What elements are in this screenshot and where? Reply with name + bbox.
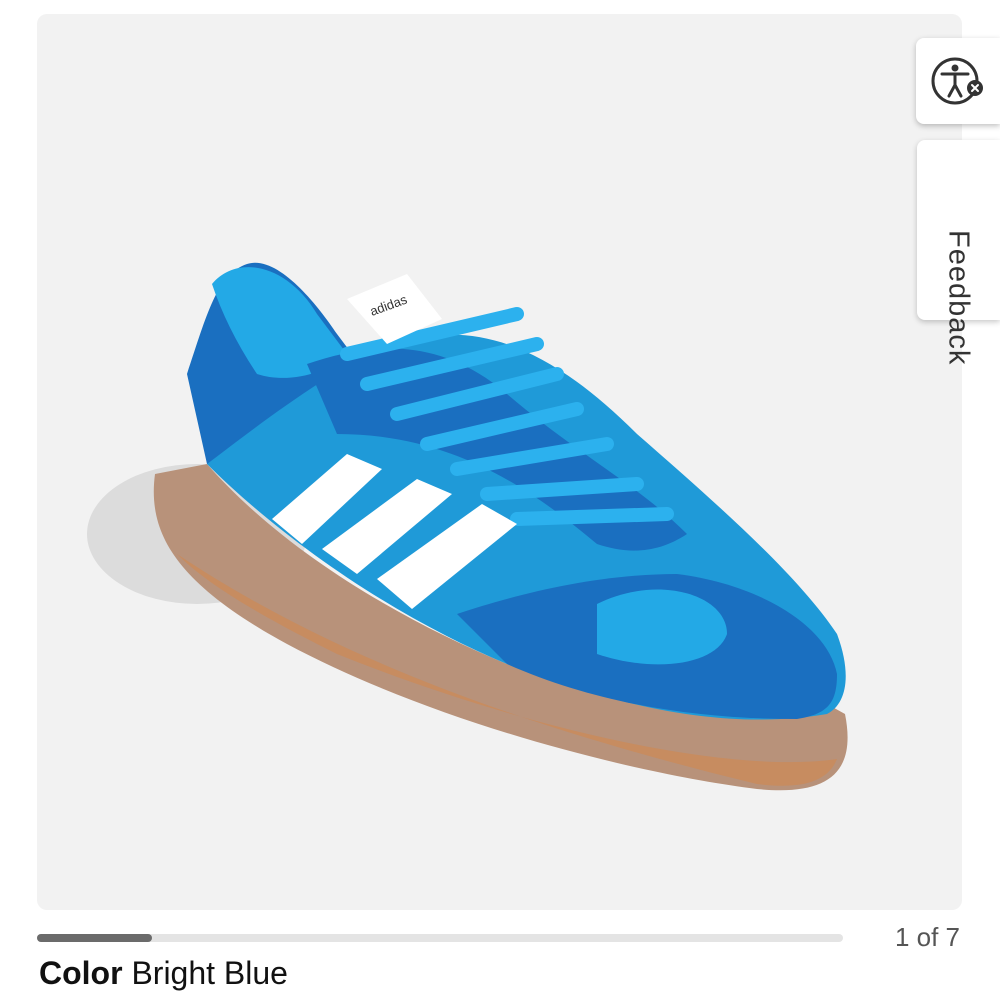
gallery-progress-fill <box>37 934 153 942</box>
color-selection: Color Bright Blue <box>39 955 288 992</box>
product-image[interactable]: adidas <box>37 14 962 910</box>
color-label: Color <box>39 955 123 991</box>
product-image-gallery[interactable]: adidas <box>37 14 962 910</box>
accessibility-icon <box>931 57 983 105</box>
gallery-progress-track <box>37 934 843 942</box>
accessibility-button[interactable] <box>916 38 1000 124</box>
feedback-tab[interactable]: Feedback <box>917 140 1000 365</box>
feedback-label: Feedback <box>942 230 975 366</box>
image-counter: 1 of 7 <box>894 922 960 952</box>
color-value: Bright Blue <box>131 955 288 991</box>
